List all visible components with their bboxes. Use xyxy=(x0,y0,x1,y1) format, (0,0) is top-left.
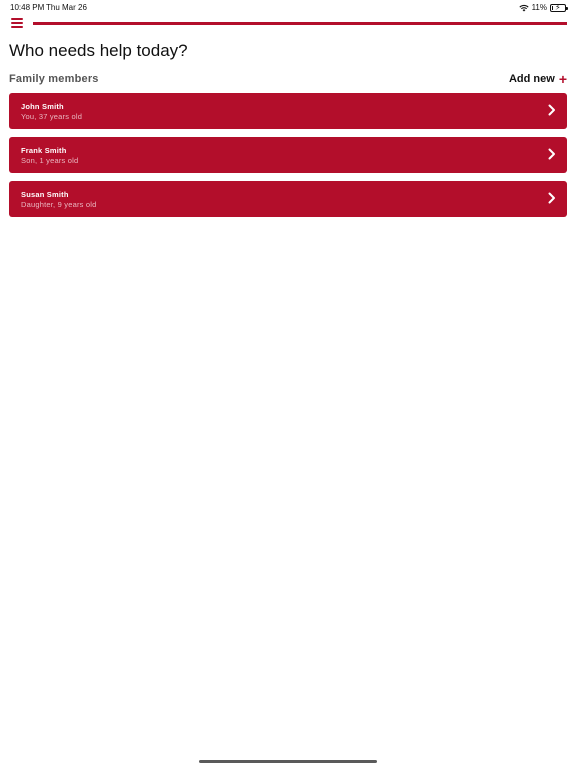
member-name: Frank Smith xyxy=(21,146,67,155)
battery-level xyxy=(552,5,554,10)
member-detail: You, 37 years old xyxy=(21,112,83,121)
progress-bar-fill xyxy=(33,22,567,25)
status-time: 10:48 PM xyxy=(10,3,45,12)
wifi-icon xyxy=(518,4,529,11)
section-label: Family members xyxy=(9,73,99,85)
progress-bar xyxy=(33,22,567,25)
battery-charging-icon: ⚡ xyxy=(550,3,568,12)
add-new-button[interactable]: Add new + xyxy=(508,70,567,87)
home-indicator[interactable] xyxy=(199,760,377,763)
member-name: Susan Smith xyxy=(21,190,69,199)
status-date: Thu Mar 26 xyxy=(46,3,87,12)
member-card-susan-smith[interactable]: Susan Smith Daughter, 9 years old xyxy=(9,181,567,217)
battery-percent: 11% xyxy=(531,3,547,12)
top-nav xyxy=(0,16,576,32)
family-section-header: Family members Add new + xyxy=(9,70,567,87)
member-card-john-smith[interactable]: John Smith You, 37 years old xyxy=(9,93,567,129)
chevron-right-icon xyxy=(548,104,555,116)
page-title: Who needs help today? xyxy=(9,41,188,60)
hamburger-menu-icon[interactable] xyxy=(11,18,23,28)
add-new-label: Add new xyxy=(508,73,555,85)
member-detail: Daughter, 9 years old xyxy=(21,200,97,209)
chevron-right-icon xyxy=(548,148,555,160)
member-card-frank-smith[interactable]: Frank Smith Son, 1 years old xyxy=(9,137,567,173)
member-detail: Son, 1 years old xyxy=(21,156,79,165)
plus-icon: + xyxy=(558,70,567,87)
status-indicators: 11% ⚡ xyxy=(518,3,568,12)
status-bar: 10:48 PM Thu Mar 26 11% ⚡ xyxy=(0,0,576,16)
family-member-list: John Smith You, 37 years old Frank Smith… xyxy=(9,93,567,225)
member-name: John Smith xyxy=(21,102,64,111)
chevron-right-icon xyxy=(548,192,555,204)
